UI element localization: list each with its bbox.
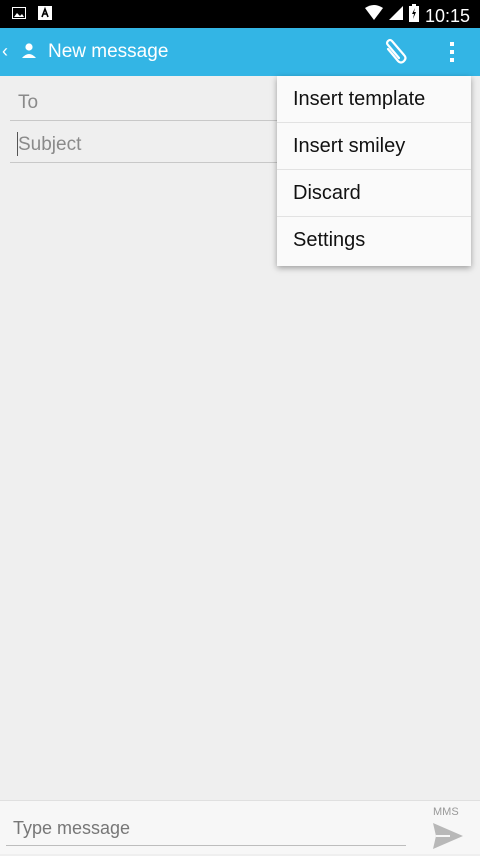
person-icon[interactable] <box>20 42 38 60</box>
status-bar-system: 10:15 <box>364 4 470 27</box>
subject-placeholder: Subject <box>18 134 82 155</box>
menu-item-discard[interactable]: Discard <box>277 170 471 217</box>
status-time: 10:15 <box>424 5 470 26</box>
message-input[interactable]: Type message <box>6 809 406 846</box>
page-title: New message <box>48 41 169 62</box>
app-bar: ‹ New message <box>0 28 480 76</box>
cell-signal-icon <box>388 6 403 25</box>
image-notification-icon <box>12 6 26 20</box>
compose-bar: Type message MMS <box>0 800 480 854</box>
menu-item-insert-template[interactable]: Insert template <box>277 76 471 123</box>
message-placeholder: Type message <box>13 818 131 838</box>
to-field[interactable]: To <box>10 84 300 121</box>
a-notification-icon <box>38 6 52 20</box>
send-icon[interactable] <box>432 821 464 851</box>
battery-icon <box>408 4 419 27</box>
menu-item-settings[interactable]: Settings <box>277 217 471 264</box>
status-bar: 10:15 <box>0 0 480 28</box>
to-placeholder: To <box>18 92 39 113</box>
wifi-icon <box>364 5 383 26</box>
subject-field[interactable]: Subject <box>10 126 300 163</box>
menu-item-label: Settings <box>293 229 366 251</box>
paperclip-icon[interactable] <box>380 37 410 67</box>
overflow-menu-icon[interactable] <box>440 38 464 66</box>
menu-item-insert-smiley[interactable]: Insert smiley <box>277 123 471 170</box>
overflow-menu: Insert template Insert smiley Discard Se… <box>277 76 471 266</box>
status-bar-notifications <box>12 6 52 20</box>
menu-item-label: Discard <box>293 182 361 204</box>
mms-label: MMS <box>433 806 459 818</box>
menu-item-label: Insert template <box>293 88 426 110</box>
menu-item-label: Insert smiley <box>293 135 406 157</box>
back-chevron-icon[interactable]: ‹ <box>2 40 8 62</box>
